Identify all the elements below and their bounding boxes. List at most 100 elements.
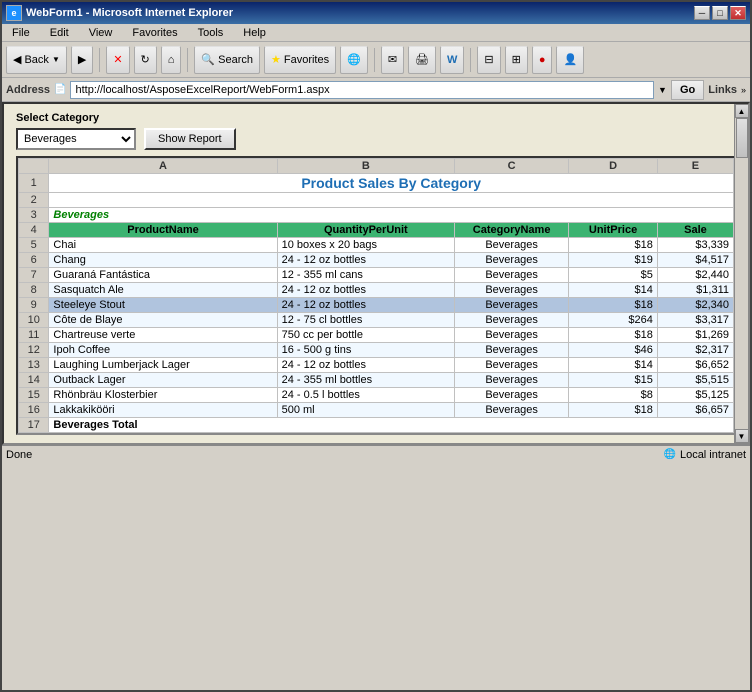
cell-product: Laughing Lumberjack Lager (49, 358, 277, 373)
row-num-10: 10 (19, 313, 49, 328)
icon-extra-4: 👤 (563, 53, 577, 66)
search-button[interactable]: 🔍 Search (194, 46, 260, 74)
column-header-row: A B C D E (19, 159, 734, 174)
show-report-button[interactable]: Show Report (144, 128, 236, 150)
btn-extra-2[interactable]: ⊞ (505, 46, 528, 74)
cell-cat: Beverages (455, 343, 569, 358)
cell-price: $18 (569, 403, 658, 418)
refresh-button[interactable]: ↻ (134, 46, 157, 74)
cell-price: $5 (569, 268, 658, 283)
forward-button[interactable]: ▶ (71, 46, 93, 74)
btn-extra-4[interactable]: 👤 (556, 46, 584, 74)
table-row: 12 Ipoh Coffee 16 - 500 g tins Beverages… (19, 343, 734, 358)
menu-tools[interactable]: Tools (192, 26, 230, 40)
spreadsheet-container[interactable]: A B C D E 1 Product Sales By Category (16, 156, 736, 435)
close-button[interactable]: ✕ (730, 6, 746, 20)
cell-sale: $6,652 (657, 358, 733, 373)
icon-extra-3: ● (539, 54, 546, 66)
cell-product: Côte de Blaye (49, 313, 277, 328)
table-row: 16 Lakkakikööri 500 ml Beverages $18 $6,… (19, 403, 734, 418)
scroll-up-button[interactable]: ▲ (735, 104, 749, 118)
table-row: 1 Product Sales By Category (19, 174, 734, 193)
table-row: 5 Chai 10 boxes x 20 bags Beverages $18 … (19, 238, 734, 253)
go-button[interactable]: Go (671, 80, 704, 100)
menu-view[interactable]: View (83, 26, 119, 40)
cell-price: $19 (569, 253, 658, 268)
row-num-13: 13 (19, 358, 49, 373)
cell-product: Chartreuse verte (49, 328, 277, 343)
back-icon: ◀ (13, 53, 21, 66)
icon-extra-2: ⊞ (512, 53, 521, 66)
icon-extra-1: ⊟ (484, 53, 493, 66)
menu-favorites[interactable]: Favorites (126, 26, 183, 40)
row-num-5: 5 (19, 238, 49, 253)
stop-button[interactable]: ✕ (106, 46, 129, 74)
favorites-button[interactable]: ★ Favorites (264, 46, 336, 74)
star-icon: ★ (271, 53, 281, 66)
row-num-14: 14 (19, 373, 49, 388)
table-row: 8 Sasquatch Ale 24 - 12 oz bottles Bever… (19, 283, 734, 298)
btn-extra-1[interactable]: ⊟ (477, 46, 500, 74)
table-row: 15 Rhönbräu Klosterbier 24 - 0.5 l bottl… (19, 388, 734, 403)
address-label: Address (6, 84, 50, 96)
cell-product: Chang (49, 253, 277, 268)
cell-cat: Beverages (455, 253, 569, 268)
cell-sale: $1,311 (657, 283, 733, 298)
cell-product: Ipoh Coffee (49, 343, 277, 358)
links-expand-icon[interactable]: » (741, 85, 746, 95)
menu-bar: File Edit View Favorites Tools Help (2, 24, 750, 42)
cell-cat: Beverages (455, 313, 569, 328)
scroll-thumb[interactable] (736, 118, 748, 158)
cell-cat: Beverages (455, 298, 569, 313)
back-label: Back (24, 54, 48, 66)
mail-button[interactable]: ✉ (381, 46, 404, 74)
btn-extra-3[interactable]: ● (532, 46, 553, 74)
table-row: 6 Chang 24 - 12 oz bottles Beverages $19… (19, 253, 734, 268)
app-icon: e (6, 5, 22, 21)
address-dropdown-icon: 📄 (54, 84, 66, 95)
scrollbar[interactable]: ▲ ▼ (734, 104, 748, 443)
row-num-11: 11 (19, 328, 49, 343)
cell-qty: 24 - 12 oz bottles (277, 358, 454, 373)
menu-file[interactable]: File (6, 26, 36, 40)
scroll-down-button[interactable]: ▼ (735, 429, 749, 443)
row-num-9: 9 (19, 298, 49, 313)
address-go-dropdown[interactable]: ▼ (658, 85, 667, 95)
row-num-3: 3 (19, 208, 49, 223)
address-input[interactable] (70, 81, 654, 99)
status-bar: Done 🌐 Local intranet (2, 445, 750, 463)
cell-cat: Beverages (455, 373, 569, 388)
cell-cat: Beverages (455, 358, 569, 373)
table-row: 7 Guaraná Fantástica 12 - 355 ml cans Be… (19, 268, 734, 283)
category-name-cell: Beverages (49, 208, 734, 223)
favorites-label: Favorites (284, 54, 329, 66)
category-dropdown[interactable]: Beverages Condiments Confections Dairy P… (16, 128, 136, 150)
cell-price: $8 (569, 388, 658, 403)
cell-price: $46 (569, 343, 658, 358)
maximize-button[interactable]: □ (712, 6, 728, 20)
toolbar-separator-2 (187, 48, 188, 72)
cell-qty: 12 - 75 cl bottles (277, 313, 454, 328)
corner-cell (19, 159, 49, 174)
cell-product: Outback Lager (49, 373, 277, 388)
cell-qty: 12 - 355 ml cans (277, 268, 454, 283)
table-row: 4 ProductName QuantityPerUnit CategoryNa… (19, 223, 734, 238)
scroll-track[interactable] (735, 118, 749, 429)
search-label: Search (218, 54, 253, 66)
print-button[interactable]: 🖨 (408, 46, 436, 74)
menu-help[interactable]: Help (237, 26, 272, 40)
window-title: WebForm1 - Microsoft Internet Explorer (26, 7, 233, 19)
minimize-button[interactable]: ─ (694, 6, 710, 20)
toolbar: ◀ Back ▼ ▶ ✕ ↻ ⌂ 🔍 Search ★ Favorites 🌐 (2, 42, 750, 78)
home-button[interactable]: ⌂ (161, 46, 182, 74)
home-icon: ⌂ (168, 54, 175, 66)
cell-qty: 500 ml (277, 403, 454, 418)
menu-edit[interactable]: Edit (44, 26, 75, 40)
media-button[interactable]: 🌐 (340, 46, 368, 74)
back-button[interactable]: ◀ Back ▼ (6, 46, 67, 74)
cell-product: Rhönbräu Klosterbier (49, 388, 277, 403)
status-right: 🌐 Local intranet (664, 449, 747, 461)
cell-price: $264 (569, 313, 658, 328)
cell-cat: Beverages (455, 403, 569, 418)
word-button[interactable]: W (440, 46, 464, 74)
